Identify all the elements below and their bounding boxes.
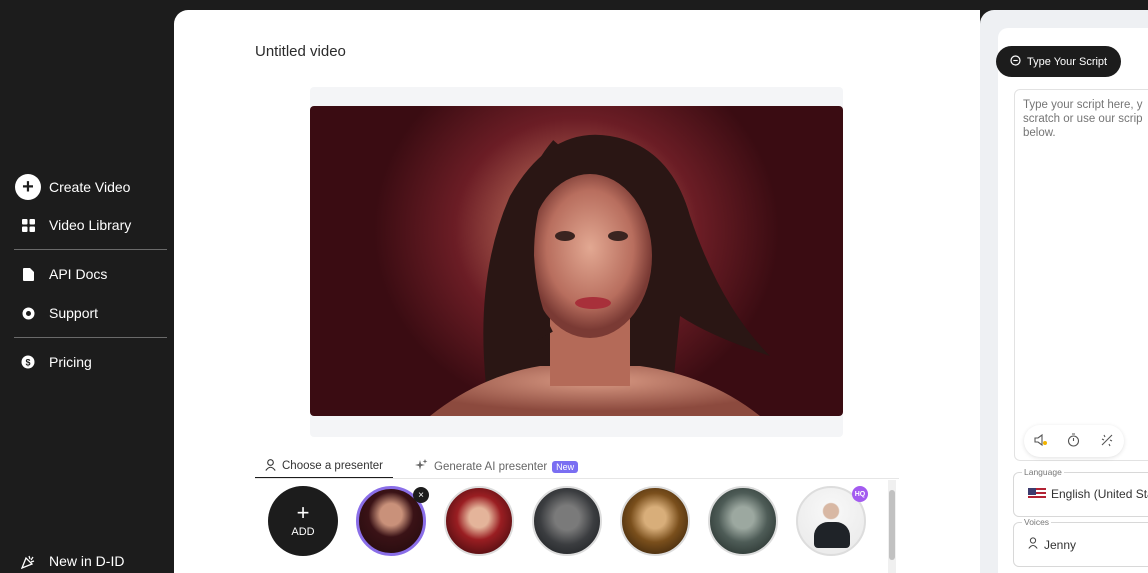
editor-panel: Untitled video Choose a presenter Genera… — [174, 10, 980, 573]
sidebar-item-support[interactable]: Support — [14, 299, 98, 327]
sidebar-item-label: Support — [49, 305, 99, 321]
presenter-list: + ADD × HQ — [268, 486, 868, 556]
sidebar-item-label: API Docs — [49, 266, 108, 282]
add-presenter-button[interactable]: + ADD — [268, 486, 338, 556]
script-tools — [1024, 425, 1124, 457]
voice-value-wrap: Jenny — [1028, 537, 1076, 552]
us-flag-icon — [1028, 488, 1046, 500]
user-icon — [1028, 537, 1038, 552]
presenter-thumbnail[interactable] — [620, 486, 690, 556]
sidebar-item-label: New in D-ID — [49, 553, 125, 569]
voices-legend: Voices — [1022, 517, 1052, 527]
presenter-tabs: Choose a presenter Generate AI presenter… — [255, 455, 588, 479]
sidebar-divider — [14, 337, 167, 338]
add-label: ADD — [291, 526, 315, 538]
presenter-scrollbar[interactable] — [888, 480, 896, 573]
sidebar-item-create-video[interactable]: + Create Video — [14, 173, 130, 201]
presenter-thumbnail[interactable] — [532, 486, 602, 556]
document-icon — [14, 267, 42, 281]
hq-badge: HQ — [852, 486, 868, 502]
tab-choose-presenter[interactable]: Choose a presenter — [255, 455, 394, 479]
svg-text:$: $ — [25, 358, 30, 368]
close-icon[interactable]: × — [413, 487, 429, 503]
dollar-icon: $ — [14, 355, 42, 369]
voice-select[interactable]: Voices Jenny — [1013, 517, 1148, 567]
presenter-thumbnail[interactable] — [708, 486, 778, 556]
sidebar-item-video-library[interactable]: Video Library — [14, 211, 131, 239]
sidebar-item-label: Create Video — [49, 179, 131, 195]
sidebar-item-api-docs[interactable]: API Docs — [14, 260, 107, 288]
sidebar-divider — [14, 249, 167, 250]
timer-icon[interactable] — [1067, 432, 1080, 450]
language-value: English (United Stat — [1051, 487, 1148, 501]
presenter-preview-image — [310, 106, 843, 416]
tab-label: Generate AI presenter — [434, 461, 548, 473]
type-your-script-button[interactable]: Type Your Script — [996, 46, 1122, 77]
presenter-thumbnail[interactable] — [444, 486, 514, 556]
sidebar-item-pricing[interactable]: $ Pricing — [14, 348, 92, 376]
scrollbar-thumb[interactable] — [889, 490, 895, 560]
presenter-suit — [814, 522, 850, 548]
language-value-wrap: English (United Stat — [1028, 487, 1148, 501]
tab-generate-ai-presenter[interactable]: Generate AI presenter New — [405, 455, 588, 479]
script-textarea[interactable] — [1014, 89, 1148, 461]
presenter-thumbnail[interactable]: HQ — [796, 486, 868, 556]
video-preview-frame — [310, 87, 843, 437]
sidebar-item-label: Pricing — [49, 354, 92, 370]
user-icon — [265, 458, 276, 474]
lifebuoy-icon — [14, 307, 42, 320]
volume-icon[interactable] — [1034, 433, 1048, 450]
sparkle-icon — [415, 459, 428, 475]
language-select[interactable]: Language English (United Stat — [1013, 467, 1148, 517]
voice-value: Jenny — [1044, 537, 1077, 552]
tab-label: Choose a presenter — [282, 460, 384, 472]
sidebar-item-label: Video Library — [49, 217, 132, 233]
sidebar: + Create Video Video Library API Docs Su… — [0, 0, 174, 573]
new-badge: New — [552, 461, 579, 473]
chat-icon — [1010, 54, 1021, 69]
plus-circle-icon: + — [14, 174, 42, 200]
sparkle-icon[interactable] — [1100, 433, 1114, 450]
tab-underline-divider — [255, 478, 899, 479]
video-title[interactable]: Untitled video — [255, 43, 346, 60]
presenter-thumbnail[interactable]: × — [356, 486, 429, 556]
grid-icon — [14, 218, 42, 232]
sidebar-item-new-in-d-id[interactable]: New in D-ID — [14, 547, 124, 573]
language-legend: Language — [1022, 467, 1064, 477]
button-label: Type Your Script — [1027, 55, 1108, 68]
party-icon — [14, 554, 42, 569]
plus-icon: + — [296, 500, 310, 525]
